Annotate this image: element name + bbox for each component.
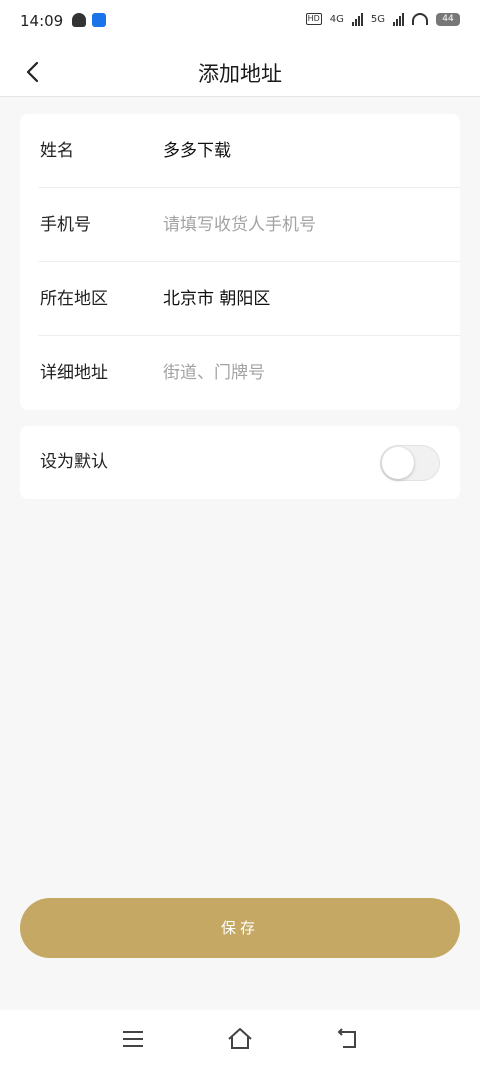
phone-row[interactable]: 手机号	[20, 188, 460, 262]
blue-app-icon	[92, 13, 106, 27]
signal-icon-2	[393, 12, 404, 26]
status-indicators: HD 4G 5G 44	[305, 12, 460, 26]
region-row[interactable]: 所在地区 北京市 朝阳区	[20, 262, 460, 336]
system-nav-bar	[0, 1010, 480, 1067]
notification-icons	[72, 13, 106, 27]
default-address-card: 设为默认	[20, 426, 460, 499]
address-form: 姓名 多多下载 手机号 所在地区 北京市 朝阳区 详细地址	[20, 114, 460, 410]
net-5g-label: 5G	[370, 13, 385, 25]
menu-icon[interactable]	[120, 1026, 146, 1052]
robot-app-icon	[72, 13, 86, 27]
name-row[interactable]: 姓名 多多下载	[20, 114, 460, 188]
phone-label: 手机号	[40, 215, 91, 235]
detail-row[interactable]: 详细地址	[20, 336, 460, 410]
name-field[interactable]: 多多下载	[163, 114, 231, 188]
default-label: 设为默认	[40, 452, 108, 472]
region-field[interactable]: 北京市 朝阳区	[163, 262, 270, 336]
toggle-knob	[382, 447, 414, 479]
status-time: 14:09	[20, 12, 64, 30]
signal-icon	[351, 12, 363, 26]
default-toggle[interactable]	[380, 445, 440, 481]
name-label: 姓名	[40, 141, 74, 161]
detail-label: 详细地址	[40, 363, 108, 383]
battery-icon: 44	[436, 12, 460, 26]
detail-address-input[interactable]	[163, 336, 443, 410]
hd-icon: HD	[305, 13, 322, 25]
back-icon[interactable]	[335, 1026, 361, 1052]
wifi-icon	[412, 13, 428, 25]
page-title: 添加地址	[198, 62, 282, 86]
status-bar: 14:09 HD 4G 5G 44	[0, 0, 480, 44]
phone-input[interactable]	[163, 188, 443, 262]
region-label: 所在地区	[40, 289, 108, 309]
home-icon[interactable]	[227, 1026, 253, 1052]
nav-bar: 添加地址	[0, 44, 480, 97]
save-button[interactable]: 保存	[20, 898, 460, 958]
net-4g-label: 4G	[329, 13, 344, 25]
